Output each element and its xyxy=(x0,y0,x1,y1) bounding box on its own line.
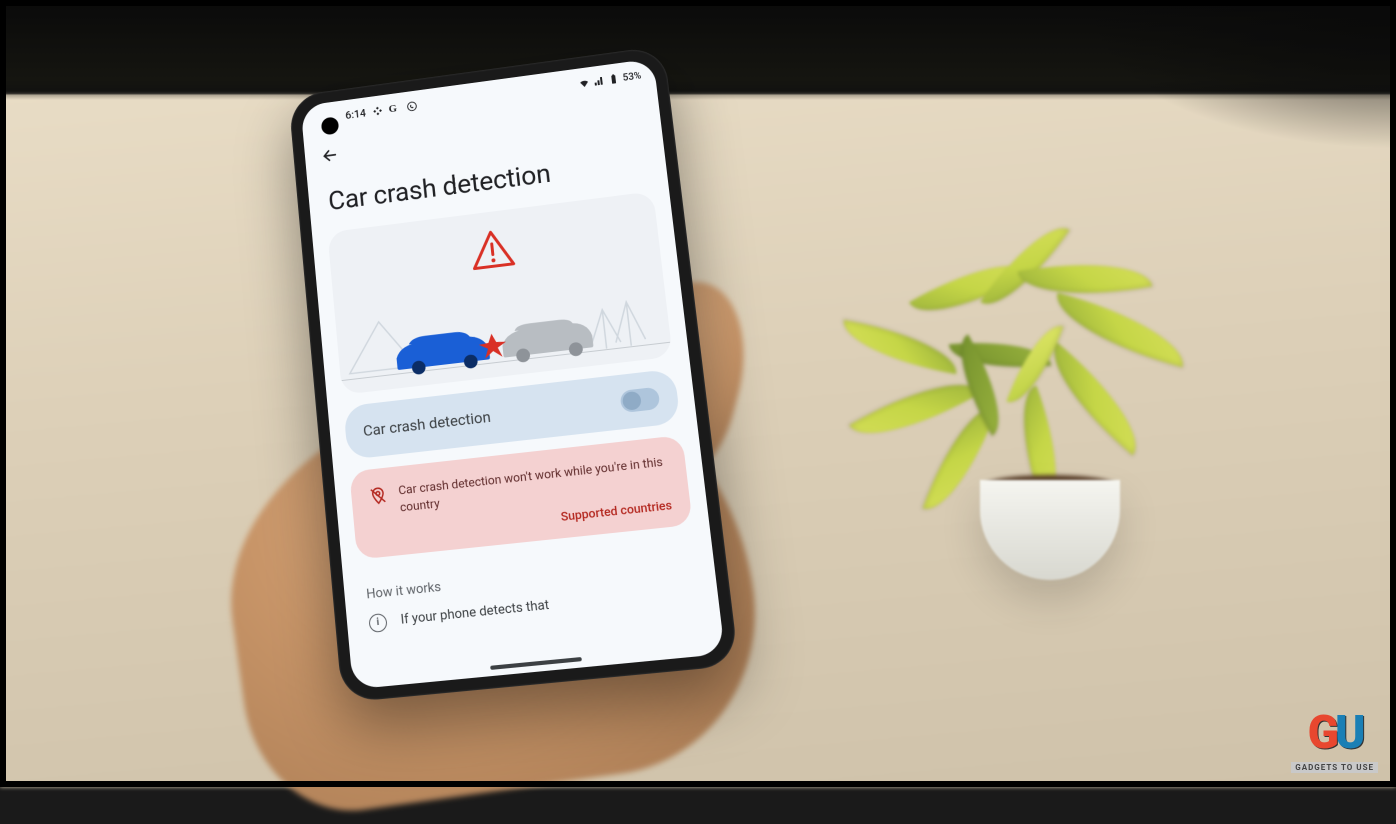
battery-percent: 53% xyxy=(622,70,642,83)
wifi-icon xyxy=(578,77,591,90)
phone-screen: 6:14 G 53% xyxy=(300,58,725,689)
watermark-u: U xyxy=(1335,706,1362,760)
watermark-g: G xyxy=(1308,706,1335,760)
toggle-label: Car crash detection xyxy=(362,408,491,440)
toggle-switch[interactable] xyxy=(619,387,660,413)
switch-thumb xyxy=(622,391,642,411)
status-time: 6:14 xyxy=(345,106,367,121)
nearby-icon xyxy=(371,105,384,118)
signal-icon xyxy=(593,75,606,88)
gesture-nav-handle[interactable] xyxy=(490,657,582,670)
watermark: G U GADGETS TO USE xyxy=(1291,706,1378,773)
info-icon: i xyxy=(368,612,388,632)
watermark-logo: G U xyxy=(1308,706,1362,760)
location-off-icon xyxy=(368,486,388,510)
battery-icon xyxy=(607,73,620,86)
how-it-works-text: If your phone detects that xyxy=(400,598,550,628)
background-dark-right xyxy=(1076,0,1396,150)
watermark-tagline: GADGETS TO USE xyxy=(1291,762,1378,773)
warning-triangle-icon xyxy=(468,227,518,277)
phone: 6:14 G 53% xyxy=(288,45,739,702)
back-button[interactable] xyxy=(320,145,341,166)
google-icon: G xyxy=(388,102,401,115)
whatsapp-icon xyxy=(405,100,418,113)
